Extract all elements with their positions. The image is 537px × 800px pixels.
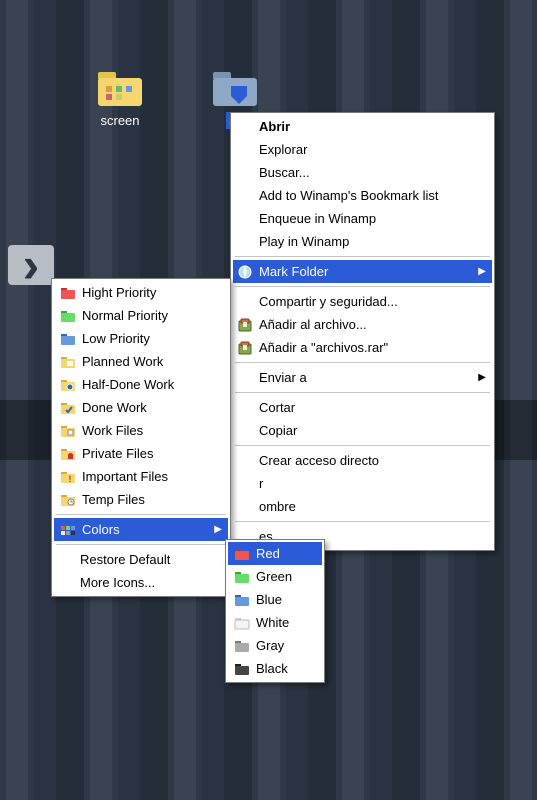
folder-done-icon (60, 400, 76, 416)
folder-red-icon (234, 546, 250, 562)
mark-hight-priority[interactable]: Hight Priority (54, 281, 228, 304)
menu-explore[interactable]: Explorar (233, 138, 492, 161)
folder-temp-icon (60, 492, 76, 508)
color-red[interactable]: Red (228, 542, 322, 565)
separator (235, 392, 490, 393)
mark-important-files[interactable]: ! Important Files (54, 465, 228, 488)
svg-text:!: ! (69, 474, 72, 484)
menu-open[interactable]: Abrir (233, 115, 492, 138)
color-white[interactable]: White (228, 611, 322, 634)
menu-send-to[interactable]: Enviar a ▶ (233, 366, 492, 389)
color-green[interactable]: Green (228, 565, 322, 588)
menu-share-security[interactable]: Compartir y seguridad... (233, 290, 492, 313)
menu-delete[interactable]: r (233, 472, 492, 495)
palette-icon (60, 522, 76, 538)
colors-submenu: Red Green Blue White Gray Black (225, 539, 325, 683)
menu-create-shortcut[interactable]: Crear acceso directo (233, 449, 492, 472)
mark-restore-default[interactable]: Restore Default (54, 548, 228, 571)
chevron-right-icon: › (23, 237, 40, 293)
mark-planned-work[interactable]: Planned Work (54, 350, 228, 373)
mark-more-icons[interactable]: More Icons... (54, 571, 228, 594)
desktop-icon-screen[interactable]: screen (80, 68, 160, 129)
desktop-icon-label: screen (97, 112, 142, 129)
mark-temp-files[interactable]: Temp Files (54, 488, 228, 511)
menu-rename[interactable]: ombre (233, 495, 492, 518)
folder-gray-icon (234, 638, 250, 654)
mark-folder-icon (237, 264, 253, 280)
submenu-arrow-icon: ▶ (478, 263, 486, 280)
color-black[interactable]: Black (228, 657, 322, 680)
separator (56, 544, 226, 545)
folder-blue-icon (60, 331, 76, 347)
menu-add-winamp-bookmark[interactable]: Add to Winamp's Bookmark list (233, 184, 492, 207)
folder-blue-icon (234, 592, 250, 608)
folder-green-icon (60, 308, 76, 324)
winrar-icon (237, 340, 253, 356)
separator (235, 445, 490, 446)
folder-private-icon (60, 446, 76, 462)
folder-black-icon (234, 661, 250, 677)
mark-work-files[interactable]: Work Files (54, 419, 228, 442)
menu-add-to-archive[interactable]: Añadir al archivo... (233, 313, 492, 336)
scroll-arrow[interactable]: › (8, 245, 54, 285)
folder-half-icon (60, 377, 76, 393)
mark-folder-submenu: Hight Priority Normal Priority Low Prior… (51, 278, 231, 597)
menu-search[interactable]: Buscar... (233, 161, 492, 184)
folder-red-icon (60, 285, 76, 301)
winrar-icon (237, 317, 253, 333)
separator (235, 362, 490, 363)
menu-mark-folder[interactable]: Mark Folder ▶ (233, 260, 492, 283)
separator (56, 514, 226, 515)
mark-colors[interactable]: Colors ▶ (54, 518, 228, 541)
folder-important-icon: ! (60, 469, 76, 485)
menu-play-winamp[interactable]: Play in Winamp (233, 230, 492, 253)
folder-green-icon (234, 569, 250, 585)
menu-copy[interactable]: Copiar (233, 419, 492, 442)
folder-plan-icon (60, 354, 76, 370)
submenu-arrow-icon: ▶ (214, 521, 222, 538)
mark-half-done[interactable]: Half-Done Work (54, 373, 228, 396)
folder-work-icon (60, 423, 76, 439)
separator (235, 286, 490, 287)
submenu-arrow-icon: ▶ (478, 369, 486, 386)
mark-normal-priority[interactable]: Normal Priority (54, 304, 228, 327)
mark-low-priority[interactable]: Low Priority (54, 327, 228, 350)
menu-cut[interactable]: Cortar (233, 396, 492, 419)
separator (235, 256, 490, 257)
mark-private-files[interactable]: Private Files (54, 442, 228, 465)
menu-add-to-archive-named[interactable]: Añadir a "archivos.rar" (233, 336, 492, 359)
folder-context-menu: Abrir Explorar Buscar... Add to Winamp's… (230, 112, 495, 551)
folder-white-icon (234, 615, 250, 631)
color-gray[interactable]: Gray (228, 634, 322, 657)
mark-done-work[interactable]: Done Work (54, 396, 228, 419)
color-blue[interactable]: Blue (228, 588, 322, 611)
menu-enqueue-winamp[interactable]: Enqueue in Winamp (233, 207, 492, 230)
separator (235, 521, 490, 522)
